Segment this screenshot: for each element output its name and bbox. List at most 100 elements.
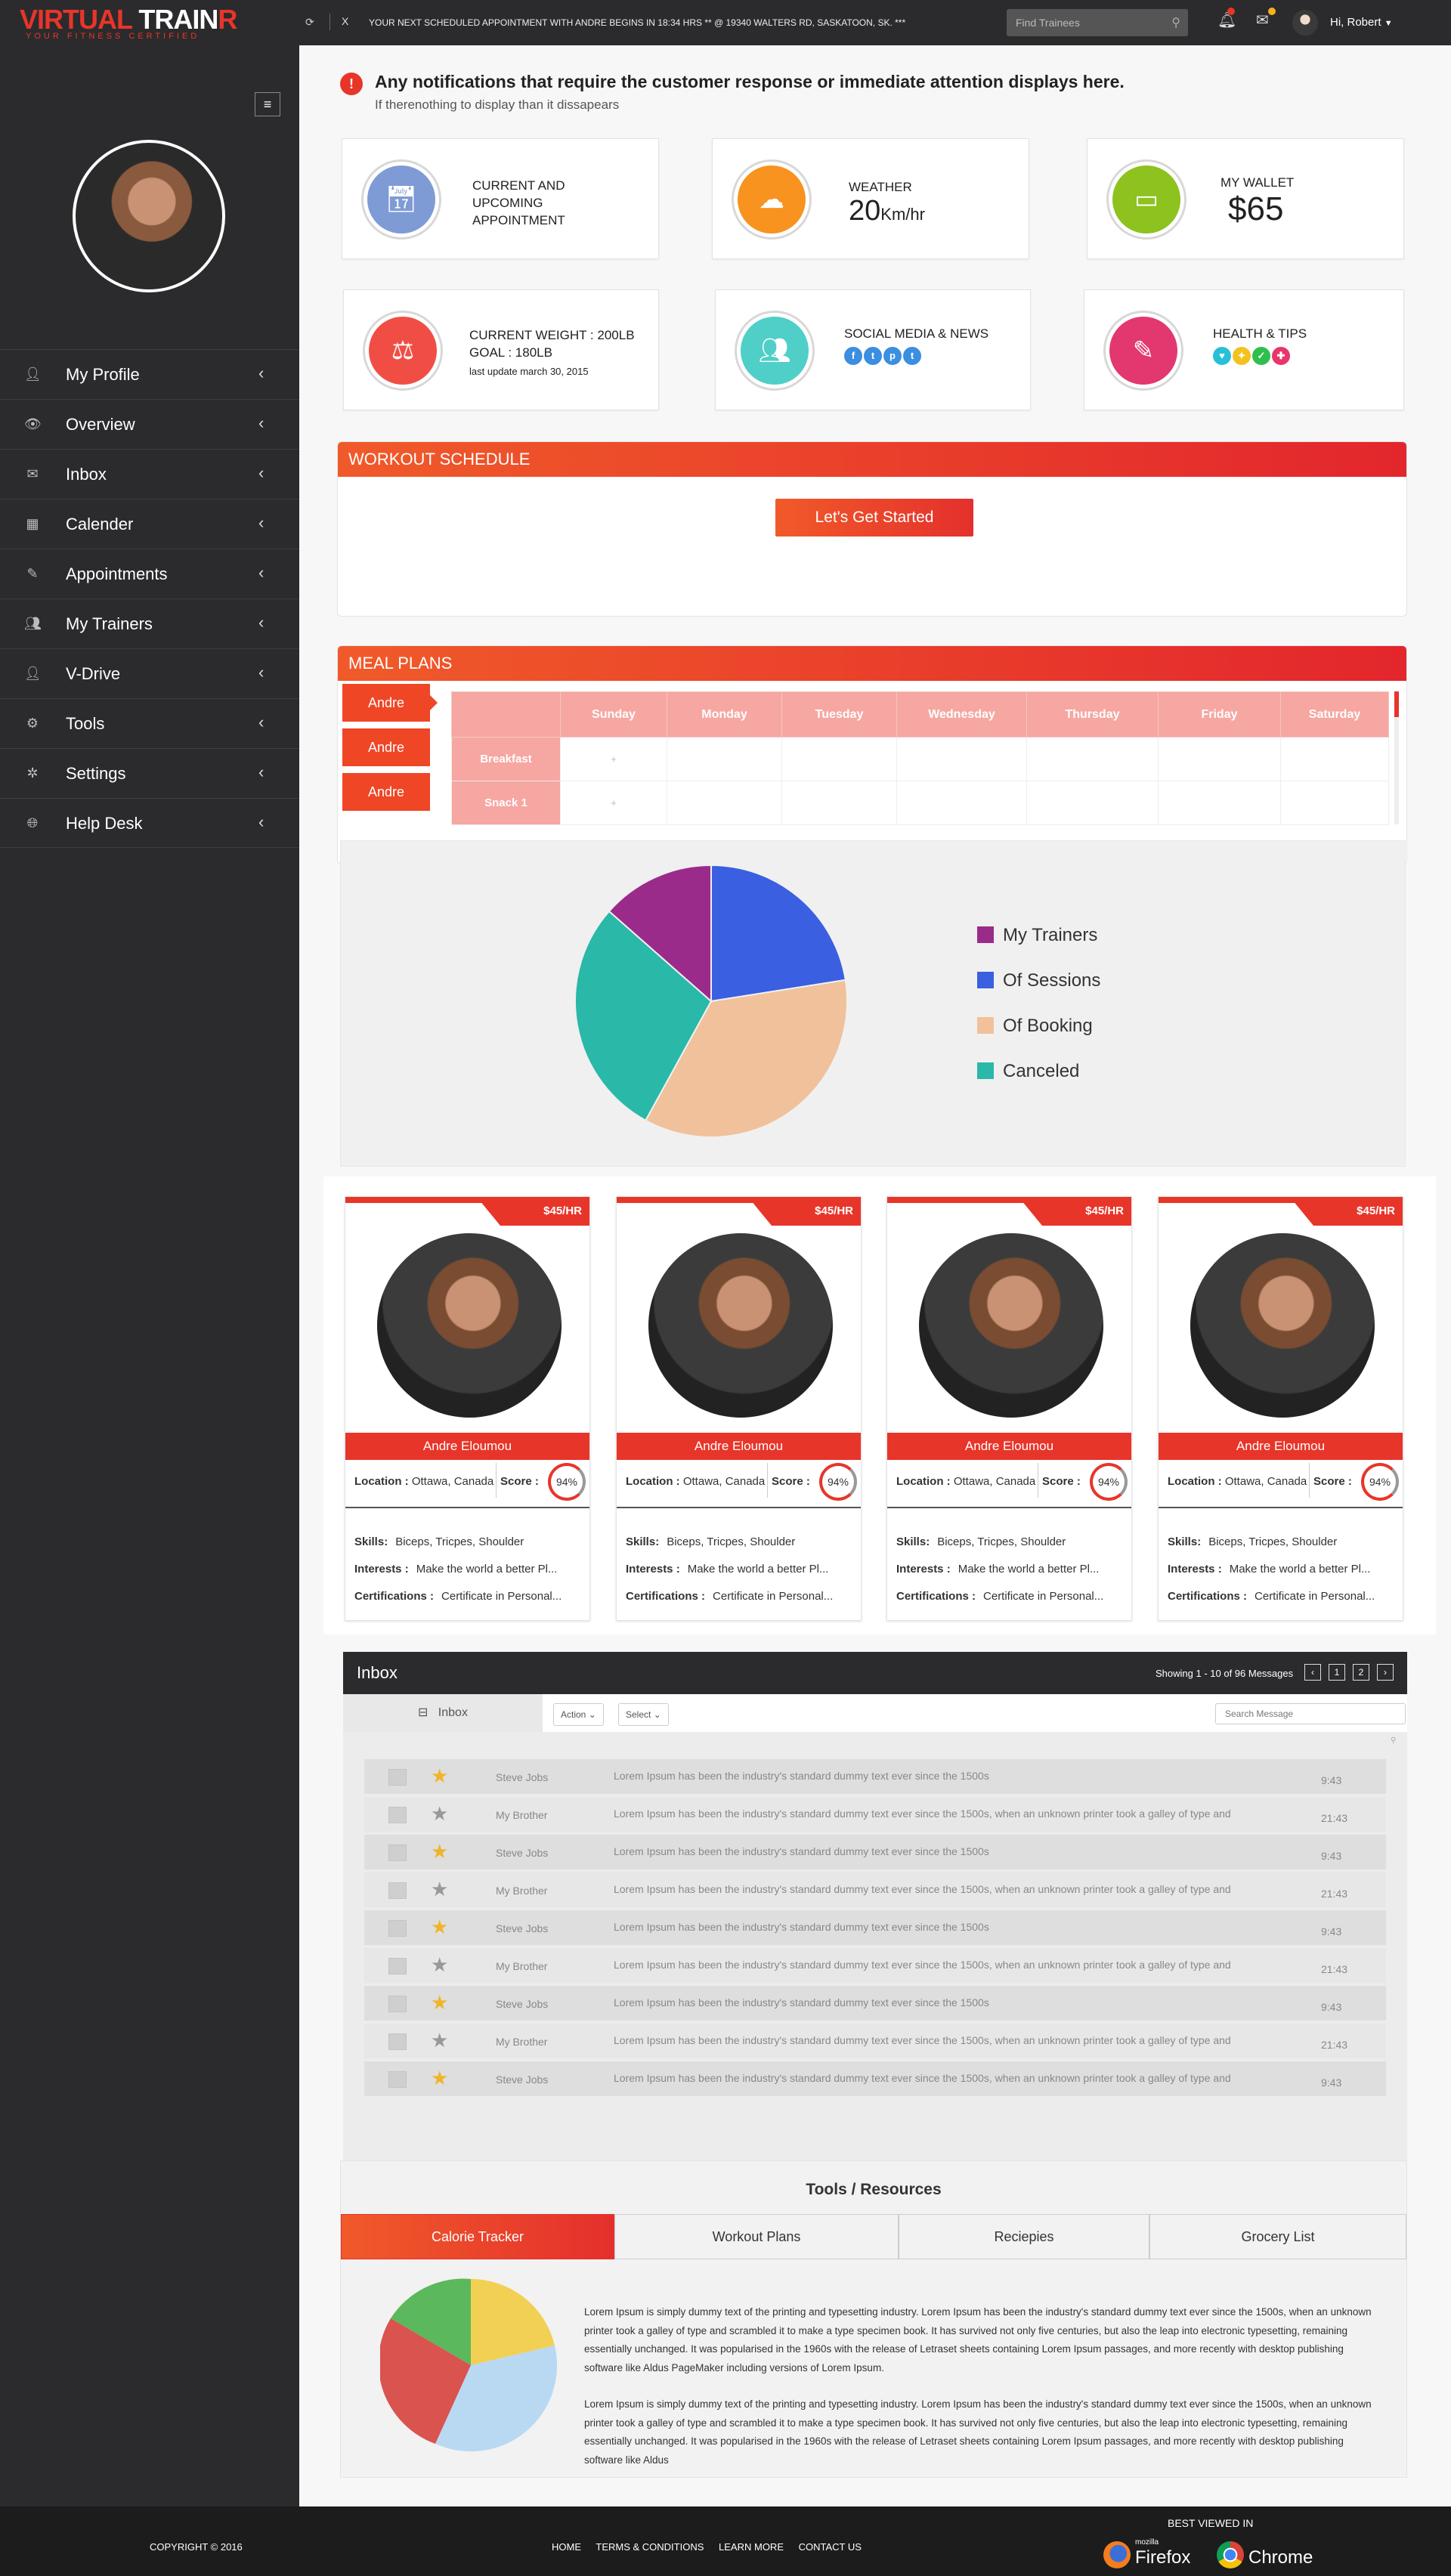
next-page-button[interactable]: ›: [1377, 1664, 1394, 1681]
twitter-icon[interactable]: t: [903, 347, 921, 365]
message-row[interactable]: ★ Steve Jobs Lorem Ipsum has been the indu…: [364, 1986, 1386, 2021]
menu-toggle-button[interactable]: ≡: [255, 92, 280, 116]
logo[interactable]: VIRTUAL TRAINR YOUR FITNESS CERTIFIED: [20, 6, 277, 42]
message-row[interactable]: ★ Steve Jobs Lorem Ipsum has been the indu…: [364, 1835, 1386, 1869]
meal-cell[interactable]: [781, 737, 897, 781]
star-icon[interactable]: ★: [431, 1917, 448, 1937]
trainer-card[interactable]: $45/HR Andre Eloumou Location : Ottawa, …: [345, 1196, 590, 1621]
star-icon[interactable]: ★: [431, 2030, 448, 2050]
trainer-name[interactable]: Andre Eloumou: [1159, 1433, 1403, 1460]
trainee-search-input[interactable]: Find Trainees ⚲: [1007, 9, 1188, 36]
close-ticker-button[interactable]: X: [342, 15, 348, 27]
meal-person-tab[interactable]: Andre: [342, 773, 430, 811]
star-icon[interactable]: ★: [431, 1842, 448, 1861]
meal-cell[interactable]: [1280, 781, 1389, 825]
sidebar-item-settings[interactable]: ✲ Settings ‹: [0, 748, 299, 798]
avatar[interactable]: [1292, 10, 1318, 36]
refresh-icon[interactable]: ⟳: [305, 16, 314, 29]
weather-card[interactable]: ☁ WEATHER 20Km/hr: [712, 138, 1029, 259]
search-icon[interactable]: ⚲: [1171, 15, 1180, 30]
meal-cell[interactable]: [1158, 781, 1281, 825]
sidebar-item-calender[interactable]: ▦ Calender ‹: [0, 499, 299, 549]
appointment-card[interactable]: 📅︎ CURRENT AND UPCOMING APPOINTMENT: [342, 138, 659, 259]
select-dropdown[interactable]: Select ⌄: [618, 1703, 669, 1726]
star-icon[interactable]: ★: [431, 2068, 448, 2088]
pinterest-icon[interactable]: p: [883, 347, 902, 365]
tab-inbox[interactable]: ⊟ Inbox: [343, 1694, 543, 1732]
tab-grocery-list[interactable]: Grocery List: [1149, 2214, 1406, 2259]
sidebar-item-v-drive[interactable]: 👤︎ V-Drive ‹: [0, 648, 299, 698]
add-meal-cell[interactable]: +: [560, 737, 667, 781]
sidebar-item-my-trainers[interactable]: 👥︎ My Trainers ‹: [0, 598, 299, 648]
message-row[interactable]: ★ My Brother Lorem Ipsum has been the indu…: [364, 2024, 1386, 2058]
star-icon[interactable]: ★: [431, 1993, 448, 2012]
wallet-card[interactable]: ▭ MY WALLET $65: [1087, 138, 1404, 259]
tumblr-icon[interactable]: t: [864, 347, 882, 365]
message-row[interactable]: ★ Steve Jobs Lorem Ipsum has been the indu…: [364, 1759, 1386, 1794]
message-checkbox[interactable]: [388, 1920, 407, 1937]
message-checkbox[interactable]: [388, 2033, 407, 2050]
get-started-button[interactable]: Let's Get Started: [775, 499, 973, 537]
pie-slice-of-sessions[interactable]: [710, 864, 846, 1003]
meal-cell[interactable]: [896, 737, 1027, 781]
health-card[interactable]: ✎ HEALTH & TIPS ♥ ✦ ✓ ✚: [1084, 289, 1404, 410]
message-checkbox[interactable]: [388, 1807, 407, 1823]
search-icon[interactable]: ⚲: [1391, 1736, 1396, 1745]
sidebar-item-overview[interactable]: 👁︎ Overview ‹: [0, 399, 299, 449]
tab-workout-plans[interactable]: Workout Plans: [614, 2214, 899, 2259]
message-row[interactable]: ★ My Brother Lorem Ipsum has been the indu…: [364, 1797, 1386, 1832]
message-checkbox[interactable]: [388, 1769, 407, 1786]
footer-link-terms[interactable]: TERMS & CONDITIONS: [596, 2541, 704, 2553]
profile-photo[interactable]: [73, 140, 225, 292]
sidebar-item-help-desk[interactable]: 🌐︎ Help Desk ‹: [0, 798, 299, 848]
envelope-icon[interactable]: ✉: [1256, 11, 1269, 29]
star-icon[interactable]: ★: [431, 1804, 448, 1823]
meal-person-tab[interactable]: Andre: [342, 684, 430, 722]
tab-recipes[interactable]: Reciepies: [899, 2214, 1149, 2259]
meal-cell[interactable]: [1026, 781, 1159, 825]
scrollbar-thumb[interactable]: [1394, 691, 1399, 717]
star-icon[interactable]: ★: [431, 1955, 448, 1975]
footer-link-learn-more[interactable]: LEARN MORE: [719, 2541, 784, 2553]
user-menu[interactable]: Hi, Robert ▼: [1330, 16, 1393, 29]
bulb-icon[interactable]: ✦: [1233, 347, 1251, 365]
trainer-name[interactable]: Andre Eloumou: [887, 1433, 1131, 1460]
meal-cell[interactable]: [667, 737, 782, 781]
pill-icon[interactable]: ✚: [1272, 347, 1290, 365]
message-checkbox[interactable]: [388, 1996, 407, 2012]
page-button[interactable]: 2: [1353, 1664, 1369, 1681]
prev-page-button[interactable]: ‹: [1304, 1664, 1321, 1681]
trainer-name[interactable]: Andre Eloumou: [345, 1433, 589, 1460]
tab-calorie-tracker[interactable]: Calorie Tracker: [341, 2214, 614, 2259]
message-row[interactable]: ★ Steve Jobs Lorem Ipsum has been the indu…: [364, 2061, 1386, 2096]
add-meal-cell[interactable]: +: [560, 781, 667, 825]
trainer-name[interactable]: Andre Eloumou: [617, 1433, 861, 1460]
star-icon[interactable]: ★: [431, 1766, 448, 1786]
meal-cell[interactable]: [667, 781, 782, 825]
heart-icon[interactable]: ♥: [1213, 347, 1231, 365]
star-icon[interactable]: ★: [431, 1879, 448, 1899]
meal-cell[interactable]: [1158, 737, 1281, 781]
meal-cell[interactable]: [781, 781, 897, 825]
facebook-icon[interactable]: f: [844, 347, 862, 365]
message-checkbox[interactable]: [388, 1845, 407, 1861]
social-card[interactable]: 👥︎ SOCIAL MEDIA & NEWS ftpt: [715, 289, 1031, 410]
footer-link-contact[interactable]: CONTACT US: [799, 2541, 862, 2553]
meal-cell[interactable]: [1280, 737, 1389, 781]
page-button[interactable]: 1: [1329, 1664, 1345, 1681]
message-search-input[interactable]: Search Message: [1215, 1703, 1406, 1724]
footer-link-home[interactable]: HOME: [552, 2541, 581, 2553]
message-checkbox[interactable]: [388, 2071, 407, 2088]
meal-cell[interactable]: [1026, 737, 1159, 781]
trainer-card[interactable]: $45/HR Andre Eloumou Location : Ottawa, …: [886, 1196, 1132, 1621]
message-row[interactable]: ★ Steve Jobs Lorem Ipsum has been the indu…: [364, 1910, 1386, 1945]
meal-scrollbar[interactable]: [1394, 691, 1399, 824]
weight-card[interactable]: ⚖ CURRENT WEIGHT : 200LB GOAL : 180LB la…: [343, 289, 659, 410]
sidebar-item-appointments[interactable]: ✎ Appointments ‹: [0, 549, 299, 598]
trainer-card[interactable]: $45/HR Andre Eloumou Location : Ottawa, …: [616, 1196, 862, 1621]
sidebar-item-inbox[interactable]: ✉ Inbox ‹: [0, 449, 299, 499]
leaf-icon[interactable]: ✓: [1252, 347, 1270, 365]
trainer-card[interactable]: $45/HR Andre Eloumou Location : Ottawa, …: [1158, 1196, 1403, 1621]
message-checkbox[interactable]: [388, 1958, 407, 1975]
meal-person-tab[interactable]: Andre: [342, 728, 430, 766]
